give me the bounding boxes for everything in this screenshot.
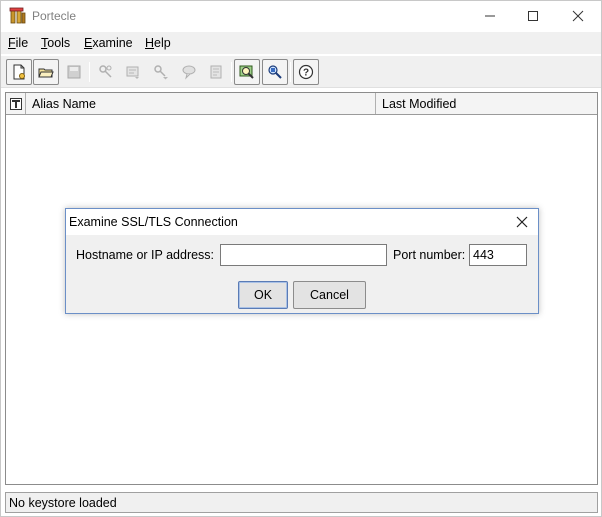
menu-help-mnemonic: H — [145, 36, 155, 50]
import-trusted-cert-icon — [126, 66, 139, 79]
examine-ssl-button[interactable] — [262, 59, 288, 85]
menu-help[interactable]: Help — [145, 36, 171, 50]
help-button[interactable]: ? — [293, 59, 319, 85]
hostname-input[interactable] — [220, 244, 387, 266]
title-bar: Portecle — [1, 1, 601, 31]
menu-examine[interactable]: Examine — [84, 36, 133, 50]
hostname-label: Hostname or IP address: — [76, 248, 215, 262]
import-keypair-button[interactable] — [148, 59, 174, 85]
generate-keypair-icon — [99, 65, 112, 78]
port-label: Port number: — [393, 248, 466, 262]
maximize-button[interactable] — [510, 1, 556, 31]
import-keypair-icon — [154, 65, 168, 80]
ok-button[interactable]: OK — [238, 281, 288, 309]
table-header: Alias Name Last Modified — [6, 93, 597, 115]
examine-ssl-dialog: Examine SSL/TLS Connection Hostname or I… — [65, 208, 539, 314]
cancel-button[interactable]: Cancel — [293, 281, 366, 309]
open-keystore-icon — [38, 68, 54, 78]
help-icon: ? — [298, 64, 314, 80]
svg-text:?: ? — [303, 68, 309, 79]
menu-bar: File Tools Examine Help — [1, 32, 601, 54]
generate-keypair-button[interactable] — [93, 59, 119, 85]
menu-help-label: elp — [154, 36, 171, 50]
keystore-report-button[interactable] — [203, 59, 229, 85]
dialog-close-icon[interactable] — [514, 214, 530, 230]
menu-file-mnemonic: F — [8, 36, 16, 50]
menu-file[interactable]: File — [8, 36, 28, 50]
set-password-icon — [182, 65, 196, 80]
column-type[interactable] — [6, 93, 26, 114]
portecle-window: Portecle File Tools Examine Help ? Alias… — [0, 0, 602, 517]
toolbar: ? — [1, 56, 601, 88]
portecle-app-icon — [9, 7, 26, 24]
menu-tools-label: ools — [47, 36, 71, 50]
examine-certificate-icon — [239, 65, 254, 79]
toolbar-separator — [231, 62, 232, 82]
set-password-button[interactable] — [176, 59, 202, 85]
dialog-title-bar: Examine SSL/TLS Connection — [66, 209, 538, 235]
toolbar-separator — [89, 62, 90, 82]
window-title: Portecle — [32, 9, 77, 23]
column-alias-name[interactable]: Alias Name — [26, 93, 376, 114]
new-keystore-button[interactable] — [6, 59, 32, 85]
menu-file-label: ile — [15, 36, 29, 50]
minimize-button[interactable] — [467, 1, 513, 31]
examine-certificate-button[interactable] — [234, 59, 260, 85]
minimize-icon — [485, 15, 495, 17]
maximize-icon — [528, 11, 538, 21]
status-bar: No keystore loaded — [5, 492, 598, 513]
toolbar-separator — [290, 62, 291, 82]
entry-type-icon — [9, 97, 22, 110]
import-trusted-cert-button[interactable] — [120, 59, 146, 85]
menu-tools[interactable]: Tools — [41, 36, 70, 50]
new-keystore-icon — [13, 64, 25, 80]
save-keystore-icon — [67, 65, 81, 79]
close-window-button[interactable] — [555, 1, 601, 31]
menu-examine-label: xamine — [92, 36, 133, 50]
close-icon — [572, 10, 584, 22]
dialog-title: Examine SSL/TLS Connection — [69, 215, 238, 229]
save-keystore-button[interactable] — [61, 59, 87, 85]
column-last-modified[interactable]: Last Modified — [376, 93, 597, 114]
examine-ssl-icon — [268, 65, 282, 79]
open-keystore-button[interactable] — [33, 59, 59, 85]
port-input[interactable] — [469, 244, 527, 266]
keystore-report-icon — [210, 65, 222, 79]
